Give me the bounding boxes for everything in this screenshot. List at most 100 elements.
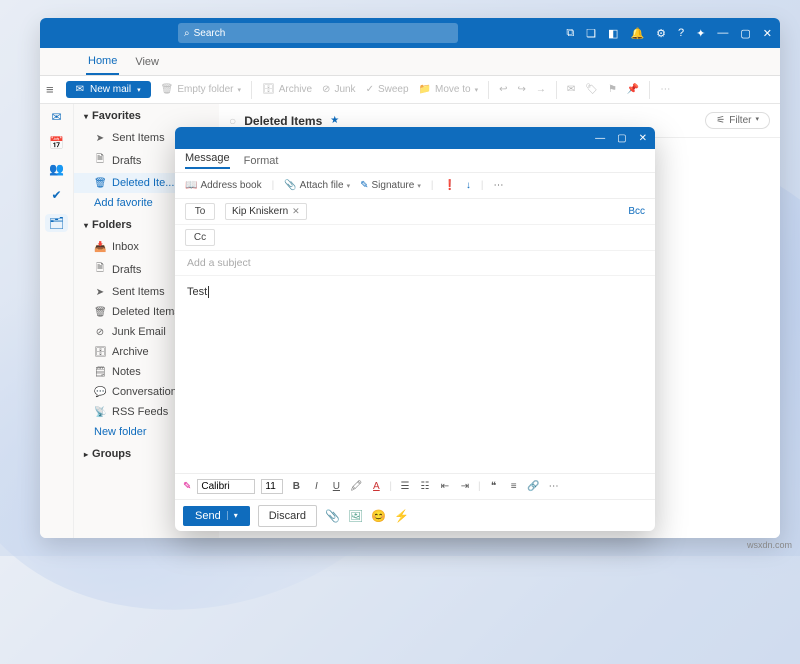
book-icon: 📖 (185, 180, 197, 191)
cc-button[interactable]: Cc (185, 229, 215, 246)
tab-view[interactable]: View (133, 50, 161, 74)
address-book-button[interactable]: 📖Address book (185, 180, 262, 191)
meeting-icon[interactable]: ⧉ (566, 27, 574, 40)
maximize-icon[interactable]: ▢ (740, 27, 750, 40)
rail-files-icon[interactable]: 🗂 (45, 214, 68, 232)
mail-icon: ✉ (76, 84, 84, 95)
filter-button[interactable]: ⚟ Filter ▾ (705, 112, 770, 129)
rail-check-icon[interactable]: ✔ (51, 188, 61, 202)
importance-high-icon[interactable]: ❗ (443, 180, 455, 191)
format-painter-icon[interactable]: ✎ (183, 481, 191, 492)
favorites-header[interactable]: ▾Favorites (74, 104, 219, 128)
picture-icon[interactable]: 🖼 (348, 509, 363, 523)
signature-button[interactable]: ✎Signature▾ (360, 180, 421, 191)
discard-button[interactable]: Discard (258, 505, 317, 527)
bullets-icon[interactable]: ☰ (398, 481, 412, 492)
trash-icon: 🗑 (161, 84, 174, 95)
link-icon[interactable]: 🔗 (527, 481, 541, 492)
font-color-icon[interactable]: A (369, 481, 383, 492)
new-mail-button[interactable]: ✉ New mail ▾ (66, 81, 151, 98)
outdent-icon[interactable]: ⇤ (438, 481, 452, 492)
send-button[interactable]: Send ▾ (183, 506, 250, 526)
empty-folder-button[interactable]: 🗑 Empty folder ▾ (161, 84, 241, 95)
help-icon[interactable]: ? (678, 27, 684, 40)
separator (649, 81, 650, 99)
search-input[interactable]: ⌕ Search (178, 23, 458, 43)
rail-mail-icon[interactable]: ✉ (51, 110, 61, 124)
chevron-down-icon: ▾ (84, 221, 88, 230)
highlight-icon[interactable]: 🖍 (349, 481, 363, 492)
rail-calendar-icon[interactable]: 📅 (49, 136, 64, 150)
underline-icon[interactable]: U (329, 481, 343, 492)
align-left-icon[interactable]: ≡ (507, 481, 521, 492)
note-icon[interactable]: ❏ (586, 27, 596, 40)
search-placeholder: Search (194, 28, 226, 39)
maximize-icon[interactable]: ▢ (617, 133, 626, 144)
chevron-right-icon: ▸ (84, 450, 88, 459)
star-icon[interactable]: ★ (330, 115, 339, 126)
reply-all-icon: ↪ (517, 84, 525, 95)
compose-tabs: Message Format (175, 149, 655, 173)
sparkle-icon[interactable]: ✦ (696, 27, 705, 40)
tab-message[interactable]: Message (185, 152, 230, 169)
watermark: wsxdn.com (747, 540, 792, 550)
settings-icon[interactable]: ⚙ (656, 27, 666, 40)
compose-window: — ▢ ✕ Message Format 📖Address book | 📎At… (175, 127, 655, 531)
message-body[interactable]: Test (175, 276, 655, 473)
app-rail: ✉ 📅 👥 ✔ 🗂 (40, 104, 74, 538)
search-icon: ⌕ (184, 28, 190, 39)
app-icon[interactable]: ◧ (608, 27, 618, 40)
archive-button: 🗄Archive (262, 84, 312, 95)
select-all-checkbox[interactable]: ○ (229, 114, 236, 128)
pin-icon: 📌 (627, 84, 639, 95)
new-mail-label: New mail (90, 84, 131, 95)
font-name-input[interactable] (197, 479, 255, 494)
minimize-icon[interactable]: — (717, 27, 728, 40)
attach-file-button[interactable]: 📎Attach file▾ (284, 180, 350, 191)
more-icon[interactable]: ⋯ (494, 180, 504, 191)
to-button[interactable]: To (185, 203, 215, 220)
minimize-icon[interactable]: — (595, 133, 605, 144)
bell-icon[interactable]: 🔔 (630, 27, 644, 40)
more-icon[interactable]: ⋯ (660, 84, 670, 95)
send-split-icon[interactable]: ▾ (227, 511, 238, 520)
tab-home[interactable]: Home (86, 49, 119, 75)
tag-icon: 🏷 (585, 84, 598, 95)
recipient-chip[interactable]: Kip Kniskern ✕ (225, 203, 307, 220)
indent-icon[interactable]: ⇥ (458, 481, 472, 492)
to-row: To Kip Kniskern ✕ Bcc (175, 199, 655, 225)
more-action-icon[interactable]: ⚡ (394, 509, 409, 523)
separator (556, 81, 557, 99)
chevron-down-icon: ▾ (137, 86, 141, 94)
chevron-down-icon: ▾ (84, 112, 88, 121)
attach-icon[interactable]: 📎 (325, 509, 340, 523)
junk-button: ⊘Junk (322, 84, 356, 95)
paperclip-icon: 📎 (284, 180, 296, 191)
folder-title: Deleted Items (244, 114, 322, 128)
reply-icon: ↩ (499, 84, 507, 95)
italic-icon[interactable]: I (309, 481, 323, 492)
emoji-icon[interactable]: 😊 (371, 509, 386, 523)
subject-input[interactable]: Add a subject (175, 251, 655, 276)
quote-icon[interactable]: ❝ (487, 481, 501, 492)
rail-people-icon[interactable]: 👥 (49, 162, 64, 176)
main-ribbon: ≡ ✉ New mail ▾ 🗑 Empty folder ▾ 🗄Archive… (40, 76, 780, 104)
separator (488, 81, 489, 99)
chevron-down-icon: ▾ (347, 182, 351, 190)
more-format-icon[interactable]: ⋯ (547, 481, 561, 492)
forward-icon: → (536, 84, 546, 95)
flag-icon: ⚑ (608, 84, 617, 95)
numbering-icon[interactable]: ☷ (418, 481, 432, 492)
close-icon[interactable]: ✕ (639, 133, 647, 144)
hamburger-icon[interactable]: ≡ (46, 82, 54, 97)
font-size-input[interactable] (261, 479, 283, 494)
remove-recipient-icon[interactable]: ✕ (292, 206, 300, 217)
chevron-down-icon: ▾ (237, 86, 241, 94)
move-to-button: 📁Move to▾ (419, 84, 479, 95)
close-icon[interactable]: ✕ (763, 27, 772, 40)
bold-icon[interactable]: B (289, 481, 303, 492)
tab-format[interactable]: Format (244, 155, 279, 167)
importance-low-icon[interactable]: ↓ (466, 180, 471, 191)
chevron-down-icon: ▾ (755, 115, 759, 126)
bcc-link[interactable]: Bcc (628, 206, 645, 217)
